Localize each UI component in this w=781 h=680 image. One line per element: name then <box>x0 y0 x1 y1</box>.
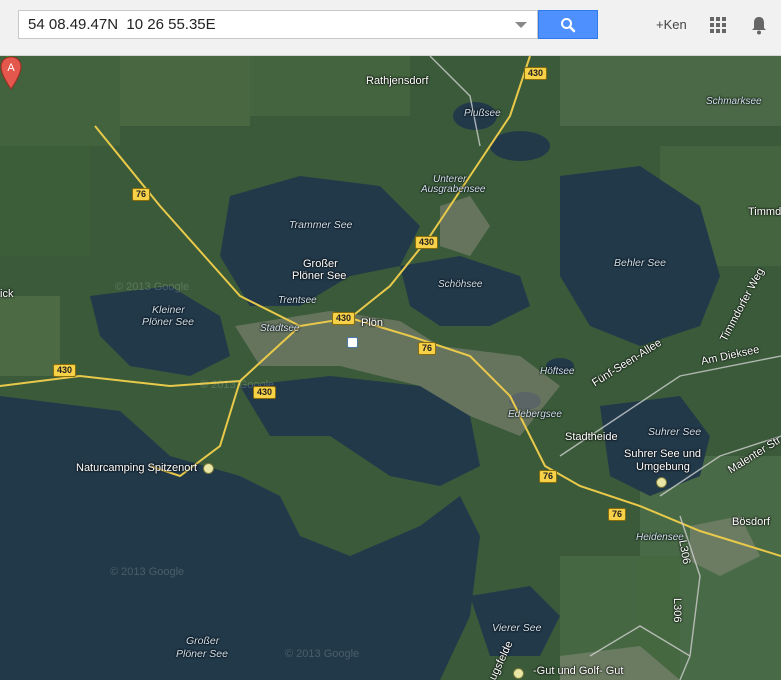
apps-grid-icon[interactable] <box>710 17 726 33</box>
label-grosser-ploener-see-s2: Plöner See <box>176 648 228 660</box>
marker-letter: A <box>7 62 15 74</box>
label-edebergsee: Edebergsee <box>508 409 562 420</box>
label-ploen: Plön <box>361 317 384 329</box>
location-marker-icon[interactable]: A <box>0 56 22 90</box>
user-profile-link[interactable]: +Ken <box>656 17 687 32</box>
label-schoehsee: Schöhsee <box>438 279 483 290</box>
satellite-map[interactable]: © 2013 Google © 2013 Google © 2013 Googl… <box>0 56 781 680</box>
label-ausgrabensee: Ausgrabensee <box>421 184 486 195</box>
road-shield: 430 <box>253 386 277 399</box>
label-grosser-ploener-see-n2: Plöner See <box>292 270 347 282</box>
label-suhrer-see: Suhrer See <box>648 426 702 438</box>
label-schmarksee: Schmarksee <box>706 96 762 107</box>
label-kleiner-ploener-see-1: Kleiner <box>152 304 185 316</box>
label-gut-golf: -Gut und Golf- Gut <box>533 665 624 677</box>
search-input[interactable] <box>19 11 509 38</box>
search-icon <box>561 17 576 32</box>
search-button[interactable] <box>538 10 598 39</box>
road-shield: 430 <box>332 312 356 325</box>
label-vierer-see: Vierer See <box>492 622 542 634</box>
dropdown-caret-icon[interactable] <box>515 22 527 28</box>
label-timmdorf: Timmd <box>748 206 781 218</box>
road-shield: 76 <box>539 470 558 483</box>
label-trentsee: Trentsee <box>278 295 317 306</box>
transit-icon[interactable] <box>347 337 358 348</box>
road-shield: 430 <box>53 364 77 377</box>
label-stadtsee: Stadtsee <box>260 323 300 334</box>
label-kick: ick <box>0 288 14 300</box>
map-watermark: © 2013 Google <box>115 281 190 293</box>
label-plussee: Plußsee <box>464 108 501 119</box>
road-shield: 76 <box>608 508 627 521</box>
label-kleiner-ploener-see-2: Plöner See <box>142 316 194 328</box>
label-trammer-see: Trammer See <box>289 219 353 231</box>
label-hoeftsee: Höftsee <box>540 366 575 377</box>
top-bar: +Ken <box>0 0 781 56</box>
label-suhrer-see-umgebung-2: Umgebung <box>636 461 690 473</box>
road-shield: 76 <box>132 188 151 201</box>
map-watermark: © 2013 Google <box>110 566 185 578</box>
nature-reserve-icon[interactable] <box>656 477 667 488</box>
road-shield: 76 <box>418 342 437 355</box>
road-shield: 430 <box>415 236 439 249</box>
label-boesdorf: Bösdorf <box>732 516 770 528</box>
label-grosser-ploener-see-s1: Großer <box>186 635 220 647</box>
label-rathjensdorf: Rathjensdorf <box>366 75 429 87</box>
golf-icon[interactable] <box>513 668 524 679</box>
search-box[interactable] <box>18 10 538 39</box>
label-grosser-ploener-see-n1: Großer <box>303 258 338 270</box>
map-canvas <box>0 56 781 680</box>
label-l306b: L306 <box>671 598 683 623</box>
road-shield: 430 <box>524 67 548 80</box>
label-naturcamping: Naturcamping Spitzenort <box>76 462 198 474</box>
label-suhrer-see-umgebung-1: Suhrer See und <box>624 448 702 460</box>
campsite-icon[interactable] <box>203 463 214 474</box>
label-stadtheide: Stadtheide <box>565 431 618 443</box>
notification-bell-icon[interactable] <box>750 15 768 35</box>
label-behler-see: Behler See <box>614 257 666 269</box>
map-watermark: © 2013 Google <box>285 648 360 660</box>
